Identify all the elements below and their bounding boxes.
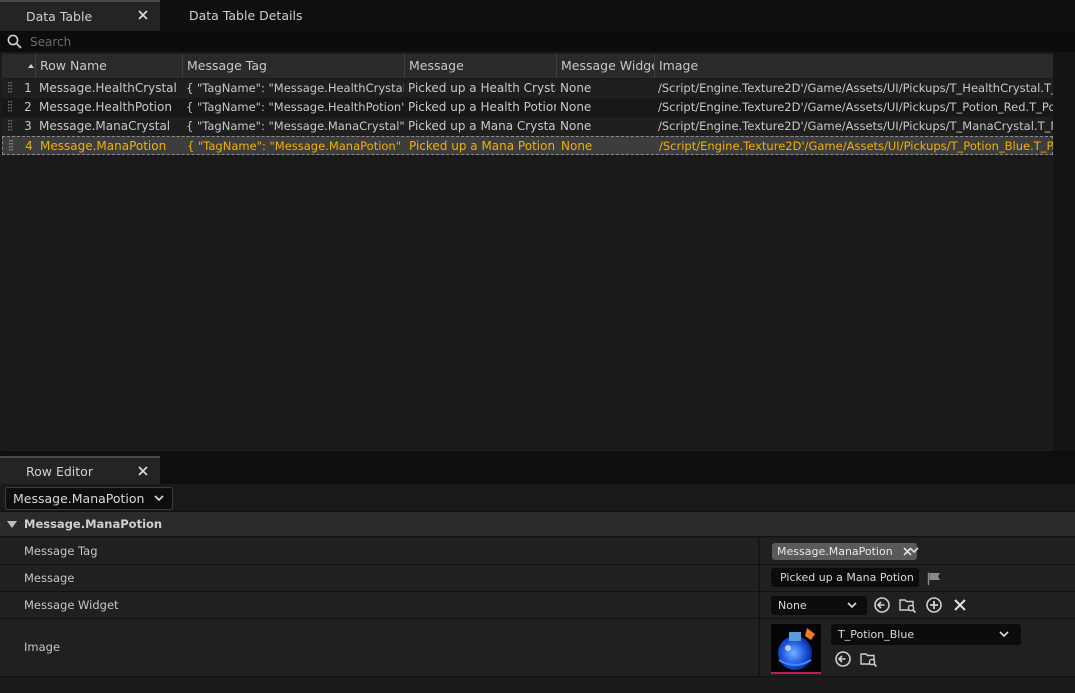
asset-picker-value: T_Potion_Blue: [838, 628, 915, 641]
gameplay-tag-value: Message.ManaPotion: [777, 545, 893, 558]
browse-folder-icon[interactable]: [860, 650, 878, 668]
cell-message: Picked up a Mana Potion: [409, 139, 556, 153]
collapse-triangle-icon[interactable]: [7, 521, 17, 528]
cell-message-widget: None: [560, 119, 592, 133]
use-selected-icon[interactable]: [873, 596, 891, 614]
tab-row-editor-label: Row Editor: [26, 463, 93, 479]
class-picker-value: None: [778, 599, 807, 612]
cell-image: /Script/Engine.Texture2D'/Game/Assets/UI…: [658, 100, 1053, 114]
tab-data-table-label: Data Table: [26, 9, 93, 24]
property-label: Message Widget: [24, 598, 119, 612]
table-row[interactable]: 2 Message.HealthPotion { "TagName": "Mes…: [2, 98, 1053, 117]
property-row-message-tag: Message Tag Message.ManaPotion: [0, 538, 1075, 565]
property-row-message: Message Picked up a Mana Potion: [0, 565, 1075, 592]
cell-message: Picked up a Health Potion: [408, 100, 556, 114]
gameplay-tag-chip[interactable]: Message.ManaPotion: [772, 543, 917, 560]
row-number: 4: [25, 139, 33, 153]
table-row[interactable]: 1 Message.HealthCrystal { "TagName": "Me…: [2, 79, 1053, 98]
table-header: Row Name Message Tag Message Message Wid…: [2, 54, 1053, 78]
table-row[interactable]: 3 Message.ManaCrystal { "TagName": "Mess…: [2, 117, 1053, 136]
search-input[interactable]: [0, 31, 1075, 52]
row-editor-tab-bar: Row Editor: [0, 456, 1075, 484]
cell-message-tag: { "TagName": "Message.ManaPotion" }: [187, 139, 405, 153]
cell-row-name: Message.ManaPotion: [40, 139, 167, 153]
use-selected-icon[interactable]: [834, 650, 852, 668]
cell-row-name: Message.ManaCrystal: [39, 119, 171, 133]
column-header-message-widget[interactable]: Message Widget: [556, 54, 654, 78]
table-row-selected[interactable]: 4 Message.ManaPotion { "TagName": "Messa…: [2, 136, 1054, 155]
drag-handle-icon[interactable]: [8, 120, 12, 133]
column-header-message[interactable]: Message: [404, 54, 556, 78]
property-row-image: Image T_Potion_Blue: [0, 619, 1075, 677]
column-splitter[interactable]: [758, 565, 760, 591]
message-text-field[interactable]: Picked up a Mana Potion: [771, 568, 919, 587]
row-selector-dropdown[interactable]: Message.ManaPotion: [5, 487, 173, 510]
property-label: Message: [24, 571, 75, 585]
cell-message: Picked up a Health Crystal: [408, 81, 556, 95]
drag-handle-icon[interactable]: [8, 101, 12, 114]
cell-message-widget: None: [560, 100, 592, 114]
cell-row-name: Message.HealthCrystal: [39, 81, 177, 95]
column-splitter[interactable]: [758, 538, 760, 564]
property-label: Image: [24, 640, 61, 654]
vertical-scrollbar[interactable]: [1053, 52, 1075, 451]
data-table-panel: Row Name Message Tag Message Message Wid…: [0, 52, 1075, 451]
drag-handle-icon[interactable]: [9, 140, 13, 153]
cell-message-widget: None: [560, 81, 592, 95]
top-tab-bar: Data Table Data Table Details: [0, 0, 1075, 31]
column-header-row-name[interactable]: Row Name: [35, 54, 182, 78]
chevron-down-icon: [999, 631, 1009, 638]
cell-message-tag: { "TagName": "Message.ManaCrystal" }: [186, 119, 404, 133]
potion-icon: [778, 628, 815, 670]
drag-handle-icon[interactable]: [8, 82, 12, 95]
cell-image: /Script/Engine.Texture2D'/Game/Assets/UI…: [658, 81, 1053, 95]
row-editor-panel: Message.ManaPotion Message.ManaPotion Me…: [0, 484, 1075, 693]
localization-flag-icon[interactable]: [927, 572, 941, 585]
sort-ascending-icon: [28, 64, 34, 68]
row-number: 2: [24, 100, 32, 114]
texture-thumbnail[interactable]: [771, 624, 821, 674]
clear-icon[interactable]: [951, 596, 969, 614]
search-bar: [0, 31, 1075, 52]
chevron-down-icon[interactable]: [909, 547, 919, 554]
column-splitter[interactable]: [758, 592, 760, 618]
category-title: Message.ManaPotion: [24, 517, 163, 531]
close-icon[interactable]: [138, 10, 148, 20]
property-label: Message Tag: [24, 544, 98, 558]
chevron-down-icon: [154, 495, 164, 502]
cell-message-tag: { "TagName": "Message.HealthCrystal" }: [186, 81, 404, 95]
tab-row-editor[interactable]: Row Editor: [0, 456, 160, 484]
cell-message: Picked up a Mana Crystal: [408, 119, 556, 133]
column-header-message-tag[interactable]: Message Tag: [182, 54, 404, 78]
cell-message-widget: None: [561, 139, 593, 153]
column-splitter[interactable]: [758, 619, 760, 676]
row-number: 1: [24, 81, 32, 95]
class-picker-dropdown[interactable]: None: [771, 596, 867, 615]
browse-folder-icon[interactable]: [899, 596, 917, 614]
tab-data-table-details-label: Data Table Details: [189, 8, 303, 23]
property-row-message-widget: Message Widget None: [0, 592, 1075, 619]
category-header[interactable]: Message.ManaPotion: [0, 511, 1075, 537]
cell-message-tag: { "TagName": "Message.HealthPotion" }: [186, 100, 404, 114]
tab-data-table-details[interactable]: Data Table Details: [163, 0, 333, 31]
row-number: 3: [24, 119, 32, 133]
cell-image: /Script/Engine.Texture2D'/Game/Assets/UI…: [659, 139, 1054, 153]
cell-row-name: Message.HealthPotion: [39, 100, 172, 114]
chevron-down-icon: [847, 602, 857, 609]
column-header-image[interactable]: Image: [654, 54, 1053, 78]
add-icon[interactable]: [925, 596, 943, 614]
row-selector-value: Message.ManaPotion: [13, 491, 145, 506]
data-table: Row Name Message Tag Message Message Wid…: [2, 54, 1054, 449]
asset-picker-dropdown[interactable]: T_Potion_Blue: [831, 624, 1021, 645]
close-icon[interactable]: [138, 466, 148, 476]
cell-image: /Script/Engine.Texture2D'/Game/Assets/UI…: [658, 119, 1053, 133]
tab-data-table[interactable]: Data Table: [0, 0, 160, 31]
